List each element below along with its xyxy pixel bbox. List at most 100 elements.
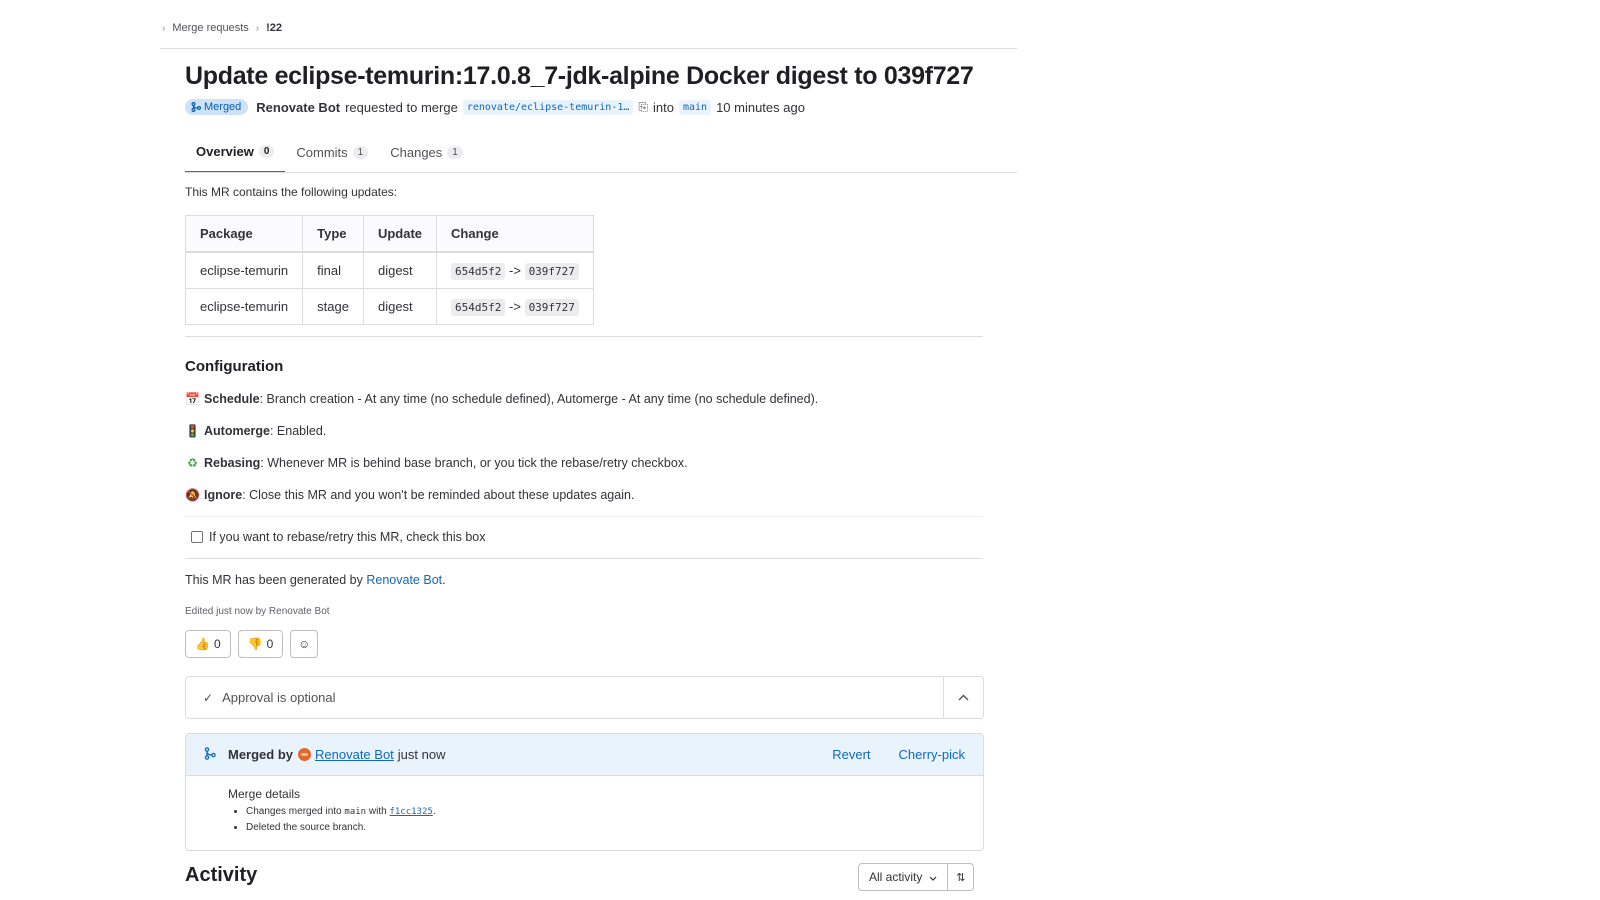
table-row: eclipse-temurin final digest 654d5f2 -> … — [184, 251, 594, 289]
approval-icon: ✓ — [203, 690, 214, 705]
activity-heading: Activity — [185, 864, 258, 886]
table-header-row: Package Type Update Change — [184, 215, 594, 253]
thumbs-up-count: 0 — [213, 637, 221, 651]
cell-change: 654d5f2 -> 039f727 — [436, 251, 594, 289]
thumbs-down-button[interactable]: 👎 0 — [237, 630, 284, 658]
merge-details: Merge details Changes merged into main w… — [186, 776, 983, 833]
tab-label: Commits — [296, 145, 348, 160]
merged-header: Merged by Renovate Bot just now Revert C… — [186, 734, 983, 776]
chevron-right-icon: › — [255, 22, 260, 34]
thumbs-down-icon: 👎 — [247, 637, 263, 651]
tab-overview[interactable]: Overview 0 — [185, 140, 286, 173]
merge-details-list: Changes merged into main with f1cc1325. … — [228, 806, 983, 833]
to-digest: 039f727 — [524, 263, 579, 280]
mr-author[interactable]: Renovate Bot — [256, 100, 340, 115]
config-text: : Whenever MR is behind base branch, or … — [260, 456, 688, 470]
cell-package: eclipse-temurin — [184, 251, 304, 289]
requested-text: requested to merge — [345, 99, 458, 115]
chevron-up-icon[interactable] — [943, 677, 983, 718]
rebase-checkbox-row[interactable]: If you want to rebase/retry this MR, che… — [191, 530, 486, 544]
configuration-heading: Configuration — [185, 358, 284, 375]
tab-count: 0 — [258, 145, 275, 158]
from-digest: 654d5f2 — [451, 263, 506, 280]
tab-changes[interactable]: Changes 1 — [379, 140, 474, 173]
traffic-light-icon: 🚦 — [185, 424, 200, 438]
divider — [185, 558, 983, 559]
merged-widget: Merged by Renovate Bot just now Revert C… — [185, 733, 984, 851]
breadcrumb-merge-requests[interactable]: Merge requests — [172, 22, 248, 34]
thumbs-up-button[interactable]: 👍 0 — [185, 630, 231, 658]
column-header: Type — [302, 215, 364, 253]
add-reaction-button[interactable]: ☺ — [290, 630, 319, 658]
rebase-checkbox[interactable] — [191, 531, 203, 543]
list-item: Deleted the source branch. — [246, 822, 983, 833]
edited-note: Edited just now by Renovate Bot — [185, 606, 330, 617]
activity-filter-dropdown[interactable]: All activity — [858, 863, 949, 891]
status-badge-label: Merged — [204, 101, 242, 113]
detail-text: with — [368, 806, 387, 817]
cell-change: 654d5f2 -> 039f727 — [436, 288, 594, 325]
tab-label: Overview — [196, 144, 254, 159]
config-schedule: 📅 Schedule: Branch creation - At any tim… — [185, 392, 818, 406]
list-item: Changes merged into main with f1cc1325. — [246, 806, 983, 817]
mr-time: 10 minutes ago — [716, 99, 805, 115]
generated-by: This MR has been generated by Renovate B… — [185, 573, 446, 587]
chevron-down-icon — [929, 870, 937, 884]
status-badge: Merged — [185, 99, 249, 115]
merged-by-author[interactable]: Renovate Bot — [315, 747, 394, 762]
calendar-icon: 📅 — [185, 392, 200, 406]
column-header: Change — [436, 215, 594, 253]
config-text: : Close this MR and you won't be reminde… — [242, 488, 635, 502]
column-header: Package — [184, 215, 304, 253]
merged-time: just now — [397, 747, 446, 762]
source-branch[interactable]: renovate/eclipse-temurin-1… — [462, 99, 634, 115]
column-header: Update — [362, 215, 438, 253]
copy-icon[interactable]: ⎘ — [638, 100, 648, 115]
merge-icon — [204, 746, 216, 763]
divider — [160, 48, 1017, 49]
generated-suffix: . — [442, 573, 446, 587]
table-row: eclipse-temurin stage digest 654d5f2 -> … — [184, 288, 594, 325]
config-label: Automerge — [204, 424, 270, 438]
breadcrumb-current[interactable]: !22 — [266, 22, 282, 34]
breadcrumb: › Merge requests › !22 — [162, 22, 282, 34]
reactions: 👍 0 👎 0 ☺ — [185, 630, 319, 658]
cell-update: digest — [362, 288, 438, 325]
from-digest: 654d5f2 — [451, 299, 506, 316]
config-text: : Enabled. — [269, 424, 327, 438]
cell-package: eclipse-temurin — [184, 288, 304, 325]
to-digest: 039f727 — [524, 299, 579, 316]
tab-commits[interactable]: Commits 1 — [285, 140, 379, 173]
config-text: : Branch creation - At any time (no sche… — [259, 392, 819, 406]
cherry-pick-button[interactable]: Cherry-pick — [899, 747, 965, 762]
merged-by-label: Merged by — [228, 747, 294, 762]
mr-meta: Merged Renovate Bot requested to merge r… — [185, 99, 805, 115]
revert-button[interactable]: Revert — [832, 747, 870, 762]
merge-icon — [191, 102, 201, 112]
divider — [185, 336, 983, 337]
into-text: into — [653, 99, 674, 115]
target-branch[interactable]: main — [678, 99, 712, 115]
approval-widget: ✓ Approval is optional — [185, 676, 984, 719]
divider — [185, 516, 983, 517]
chevron-right-icon: › — [162, 22, 166, 34]
config-label: Rebasing — [204, 456, 261, 470]
config-rebasing: ♻ Rebasing: Whenever MR is behind base b… — [185, 456, 688, 470]
sort-icon: ⇅ — [956, 871, 966, 884]
smiley-icon: ☺ — [298, 637, 311, 651]
generated-prefix: This MR has been generated by — [185, 573, 363, 587]
sort-order-button[interactable]: ⇅ — [948, 863, 975, 891]
detail-text: . — [432, 806, 436, 817]
arrow: -> — [509, 299, 521, 314]
config-ignore: 🔕 Ignore: Close this MR and you won't be… — [185, 488, 634, 502]
mr-tabs: Overview 0 Commits 1 Changes 1 — [185, 140, 474, 173]
cell-type: final — [302, 251, 364, 289]
tab-label: Changes — [390, 145, 443, 160]
avatar — [298, 748, 312, 761]
recycle-icon: ♻ — [187, 456, 198, 470]
renovate-bot-link[interactable]: Renovate Bot — [366, 573, 442, 587]
thumbs-up-icon: 👍 — [195, 637, 210, 651]
commit-sha-link[interactable]: f1cc1325 — [389, 807, 432, 817]
tab-count: 1 — [352, 146, 369, 159]
arrow: -> — [509, 263, 521, 278]
